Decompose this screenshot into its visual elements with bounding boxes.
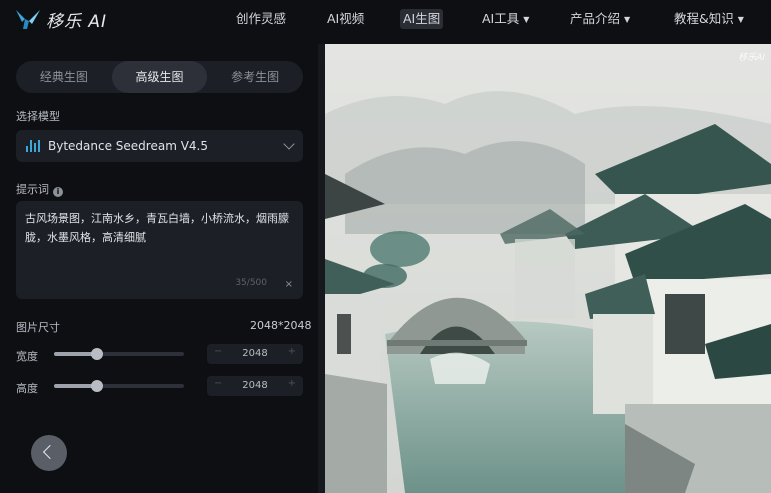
ink-painting-image — [325, 44, 771, 493]
mode-tabs: 经典生图 高级生图 参考生图 — [16, 61, 303, 93]
prompt-label: 提示词 i — [16, 181, 63, 197]
model-label: 选择模型 — [16, 110, 60, 123]
caret-down-icon: ▼ — [523, 15, 530, 24]
nav-item-products[interactable]: 产品介绍 ▼ — [570, 9, 630, 29]
model-select[interactable]: Bytedance Seedream V4.5 — [16, 130, 303, 162]
nav-item-inspiration[interactable]: 创作灵感 — [236, 9, 286, 29]
collapse-button[interactable] — [31, 435, 67, 471]
image-size-value: 2048*2048 — [250, 319, 312, 332]
tab-advanced[interactable]: 高级生图 — [111, 61, 208, 93]
chevron-down-icon — [283, 138, 295, 150]
height-slider-handle[interactable] — [90, 380, 103, 392]
height-label: 高度 — [16, 382, 38, 395]
nav-item-ai-video[interactable]: AI视频 — [327, 9, 364, 29]
logo[interactable]: 移乐 AI — [14, 6, 107, 32]
watermark: 移乐AI — [738, 53, 765, 63]
plus-icon[interactable]: + — [288, 346, 296, 357]
width-slider-handle[interactable] — [90, 348, 103, 360]
image-size-label: 图片尺寸 — [16, 321, 60, 334]
info-icon[interactable]: i — [53, 187, 63, 197]
bars-icon — [26, 140, 40, 152]
panel-divider[interactable] — [318, 44, 325, 493]
tab-reference[interactable]: 参考生图 — [207, 61, 303, 93]
nav-item-ai-tools[interactable]: AI工具 ▼ — [482, 9, 529, 29]
chevron-left-icon — [42, 444, 58, 460]
width-label: 宽度 — [16, 350, 38, 363]
width-stepper[interactable]: − 2048 + — [207, 344, 303, 364]
char-counter: 35/500 — [235, 278, 267, 288]
generated-image[interactable]: 移乐AI — [325, 44, 771, 493]
caret-down-icon: ▼ — [737, 15, 744, 24]
logo-icon — [16, 10, 40, 29]
prompt-text: 古风场景图，江南水乡，青瓦白墙，小桥流水，烟雨朦胧，水墨风格，高清细腻 — [25, 212, 289, 244]
clear-icon[interactable]: × — [285, 275, 293, 294]
width-slider[interactable] — [54, 348, 184, 360]
brand-name: 移乐 AI — [46, 11, 108, 32]
prompt-textarea[interactable]: 古风场景图，江南水乡，青瓦白墙，小桥流水，烟雨朦胧，水墨风格，高清细腻 35/5… — [16, 201, 303, 299]
tab-classic[interactable]: 经典生图 — [16, 61, 112, 93]
plus-icon[interactable]: + — [288, 378, 296, 389]
top-bar: 移乐 AI 创作灵感 AI视频 AI生图 AI工具 ▼ 产品介绍 ▼ 教程&知识 ▼ — [0, 0, 771, 38]
caret-down-icon: ▼ — [624, 15, 631, 24]
height-slider[interactable] — [54, 380, 184, 392]
nav-item-tutorials[interactable]: 教程&知识 ▼ — [674, 9, 744, 29]
nav-item-ai-image[interactable]: AI生图 — [400, 9, 444, 29]
height-stepper[interactable]: − 2048 + — [207, 376, 303, 396]
model-selected-value: Bytedance Seedream V4.5 — [48, 139, 208, 153]
